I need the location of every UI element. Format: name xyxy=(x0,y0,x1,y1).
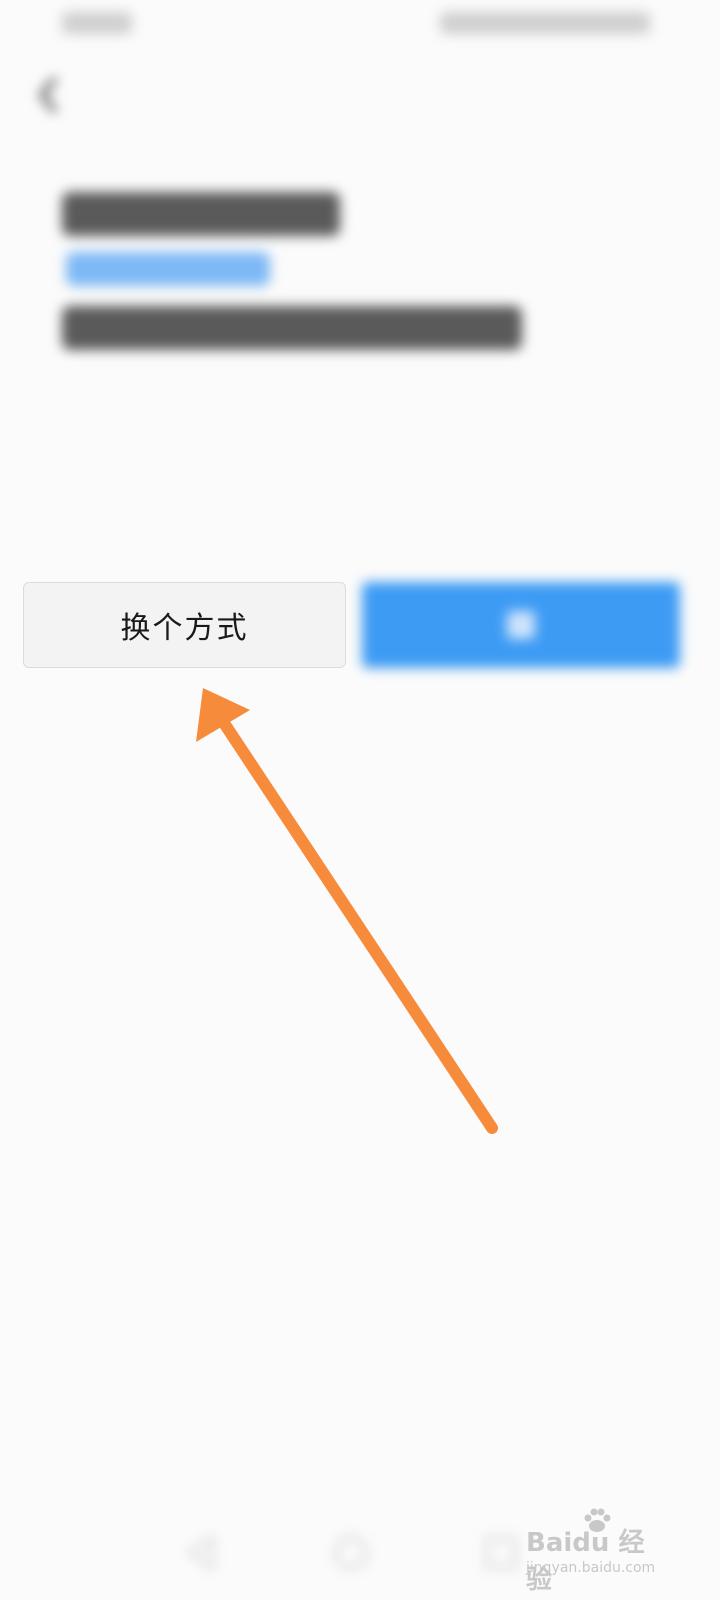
square-recent-icon[interactable] xyxy=(480,1532,522,1574)
watermark-url: jingyan.baidu.com xyxy=(526,1560,656,1576)
back-arrow-icon[interactable] xyxy=(30,70,70,120)
screen: 换个方式 Baidu 经验 jingyan.baidu.com xyxy=(0,0,720,1600)
confirm-label-blurred xyxy=(507,611,535,639)
status-bar xyxy=(0,0,720,50)
circle-home-icon[interactable] xyxy=(330,1532,372,1574)
account-link-blurred[interactable] xyxy=(66,252,270,286)
baidu-watermark: Baidu 经验 jingyan.baidu.com xyxy=(526,1508,666,1595)
watermark-logo: Baidu 经验 xyxy=(526,1528,645,1595)
prompt-line-blurred xyxy=(62,192,340,236)
status-indicators xyxy=(440,12,650,34)
confirm-button[interactable] xyxy=(362,582,680,668)
question-line-blurred xyxy=(62,306,522,350)
status-time xyxy=(62,12,132,34)
change-method-button[interactable]: 换个方式 xyxy=(23,582,346,668)
annotation-arrow xyxy=(196,688,498,1134)
change-method-label: 换个方式 xyxy=(120,611,249,646)
triangle-back-icon[interactable] xyxy=(180,1532,222,1574)
